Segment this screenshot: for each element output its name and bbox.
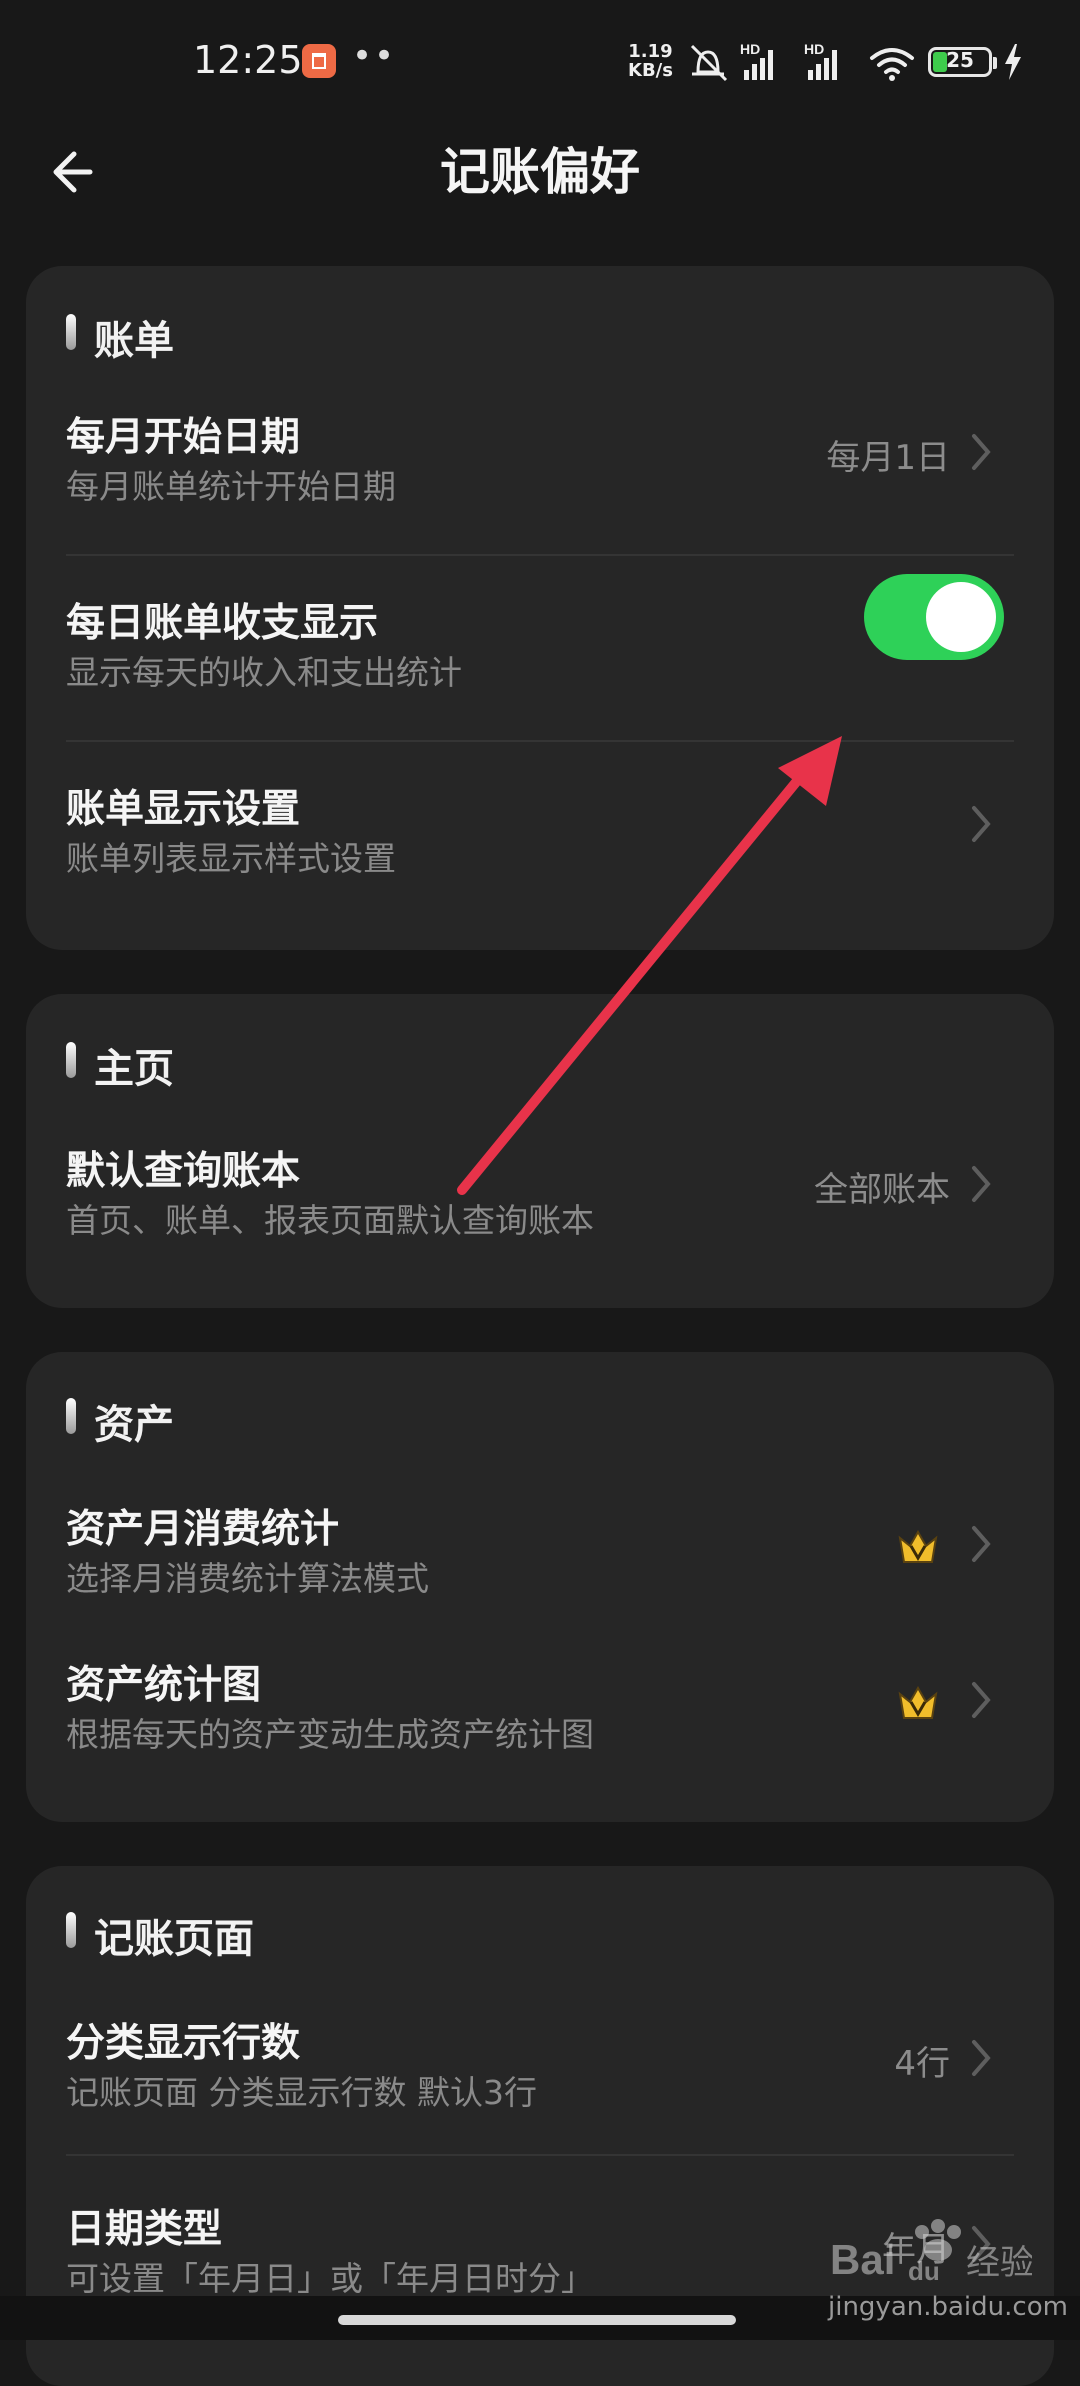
setting-subtitle: 账单列表显示样式设置 <box>66 839 396 878</box>
status-icons: HD HD <box>690 41 914 82</box>
battery-level: 25 <box>946 48 974 72</box>
daily-display-toggle[interactable] <box>864 574 1004 660</box>
signal-icon: HD <box>804 41 837 80</box>
signal-1-label: HD <box>740 41 760 57</box>
setting-subtitle: 每月账单统计开始日期 <box>66 467 396 506</box>
network-speed-unit: KB/s <box>628 60 673 81</box>
setting-subtitle: 记账页面 分类显示行数 默认3行 <box>66 2073 537 2112</box>
setting-row-default-ledger[interactable]: 默认查询账本 首页、账单、报表页面默认查询账本 全部账本 <box>26 1140 1054 1280</box>
chevron-right-icon <box>972 434 991 470</box>
setting-subtitle: 首页、账单、报表页面默认查询账本 <box>66 1201 594 1240</box>
section-indicator <box>66 314 76 350</box>
setting-row-daily-display: 每日账单收支显示 显示每天的收入和支出统计 <box>26 574 1054 762</box>
wifi-icon <box>870 48 914 81</box>
baidu-jingyan-watermark: Bai du 经验 <box>830 2219 1032 2286</box>
watermark-brand-suffix: du <box>908 2256 940 2286</box>
chevron-right-icon <box>972 1682 991 1718</box>
chevron-right-icon <box>972 806 991 842</box>
notification-app-icon <box>302 44 336 78</box>
section-card-assets: 资产 资产月消费统计 选择月消费统计算法模式 资产统计图 根据每天的资产变动生成… <box>26 1352 1054 1822</box>
setting-title: 日期类型 <box>66 2207 223 2252</box>
network-speed-value: 1.19 <box>628 41 673 62</box>
setting-title: 资产月消费统计 <box>66 1507 340 1552</box>
setting-row-asset-monthly[interactable]: 资产月消费统计 选择月消费统计算法模式 <box>26 1498 1054 1638</box>
home-indicator[interactable] <box>338 2315 736 2325</box>
setting-subtitle: 显示每天的收入和支出统计 <box>66 653 462 692</box>
page-title: 记账偏好 <box>440 143 640 201</box>
mute-icon <box>690 44 728 82</box>
setting-subtitle: 选择月消费统计算法模式 <box>66 1559 429 1598</box>
section-indicator <box>66 1912 76 1948</box>
setting-title: 默认查询账本 <box>66 1149 301 1194</box>
status-bar: 12:25 •• 1.19 KB/s HD HD 25 <box>0 0 1080 120</box>
divider <box>66 554 1014 556</box>
watermark-product: 经验 <box>966 2243 1032 2283</box>
chevron-right-icon <box>972 1166 991 1202</box>
watermark-url: jingyan.baidu.com <box>828 2292 1068 2322</box>
setting-title: 每月开始日期 <box>66 415 301 460</box>
signal-2-label: HD <box>804 41 824 57</box>
status-time: 12:25 <box>193 38 303 82</box>
setting-subtitle: 根据每天的资产变动生成资产统计图 <box>66 1715 594 1754</box>
section-card-home: 主页 默认查询账本 首页、账单、报表页面默认查询账本 全部账本 <box>26 994 1054 1308</box>
section-title: 记账页面 <box>94 1916 254 1962</box>
setting-title: 每日账单收支显示 <box>66 601 379 646</box>
section-card-bill: 账单 每月开始日期 每月账单统计开始日期 每月1日 每日账单收支显示 显示每天的… <box>26 266 1054 950</box>
vip-crown-icon <box>898 1529 938 1563</box>
chevron-right-icon <box>972 2040 991 2076</box>
setting-row-asset-chart[interactable]: 资产统计图 根据每天的资产变动生成资产统计图 <box>26 1654 1054 1794</box>
signal-icon: HD <box>740 41 773 80</box>
watermark-brand: Bai <box>830 2236 895 2283</box>
chevron-right-icon <box>972 1526 991 1562</box>
section-title: 资产 <box>94 1402 174 1448</box>
network-speed: 1.19 KB/s <box>628 42 673 80</box>
divider <box>66 2154 1014 2156</box>
more-notifications-icon: •• <box>352 36 397 76</box>
toggle-knob <box>926 582 996 652</box>
section-title: 账单 <box>94 318 174 364</box>
setting-title: 分类显示行数 <box>66 2021 301 2066</box>
setting-title: 资产统计图 <box>66 1663 262 1708</box>
setting-title: 账单显示设置 <box>66 787 301 832</box>
paw-icon <box>915 2219 961 2261</box>
charging-icon <box>1005 44 1021 80</box>
battery-icon: 25 <box>928 47 997 77</box>
app-bar: 记账偏好 <box>0 120 1080 220</box>
setting-value: 每月1日 <box>826 438 950 478</box>
setting-row-bill-display[interactable]: 账单显示设置 账单列表显示样式设置 <box>26 778 1054 918</box>
setting-value: 4行 <box>894 2044 950 2084</box>
section-indicator <box>66 1398 76 1434</box>
setting-row-category-rows[interactable]: 分类显示行数 记账页面 分类显示行数 默认3行 4行 <box>26 2012 1054 2152</box>
vip-crown-icon <box>898 1685 938 1719</box>
setting-row-month-start[interactable]: 每月开始日期 每月账单统计开始日期 每月1日 <box>26 406 1054 576</box>
divider <box>66 740 1014 742</box>
section-indicator <box>66 1042 76 1078</box>
setting-subtitle: 可设置「年月日」或「年月日时分」 <box>66 2259 594 2298</box>
section-title: 主页 <box>94 1046 174 1092</box>
setting-value: 全部账本 <box>814 1170 950 1210</box>
